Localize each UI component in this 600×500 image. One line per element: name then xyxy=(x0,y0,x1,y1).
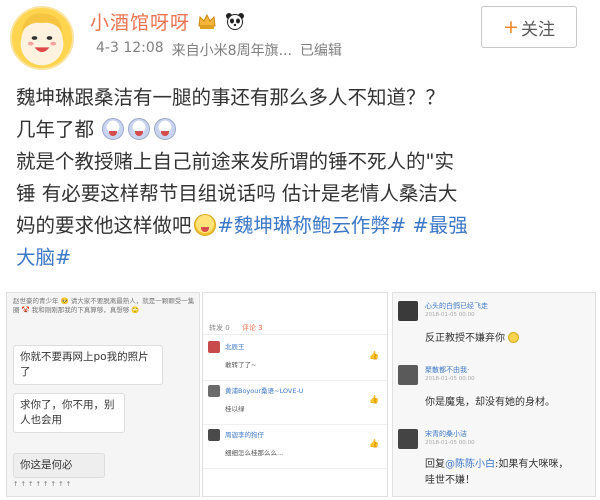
chat-bubble: 你这是何必 xyxy=(13,453,105,478)
commenter-avatar xyxy=(208,429,220,441)
tab-comments: 评论 3 xyxy=(241,324,263,332)
panda-badge-icon xyxy=(224,10,246,32)
image-chat-screenshot[interactable]: 赵世豪的青少年 🥺 请大家不要脱离最熟人，就是一颗颗受一集圈 🤡 我和刚刚那我的… xyxy=(6,292,200,497)
post-text: 魏坤琳跟桑洁有一腿的事还有那么多人不知道？？ 几年了都 就是个教授赌上自己前途来… xyxy=(16,82,588,274)
replier-name: 聚散都不由我· xyxy=(425,366,470,374)
shocked-emoji-icon xyxy=(128,118,151,140)
chat-bubble: 你就不要再网上po我的照片了 xyxy=(13,345,163,385)
hashtag-link[interactable]: #最强 xyxy=(412,214,467,237)
post-line: 锤 有必要这样帮节目组说话吗 估计是老情人桑洁大 xyxy=(16,182,458,205)
plus-icon: + xyxy=(503,16,519,38)
replier-name: 宋青的桑小洁 xyxy=(425,430,467,438)
post-line-with-emoji: 几年了都 xyxy=(16,114,588,146)
username[interactable]: 小酒馆呀呀 xyxy=(90,8,190,35)
shocked-emoji-icon xyxy=(102,118,125,140)
image-replies-screenshot[interactable]: 心头的白鸽已经飞走 2018-01-05 00:00 反正教授不嫌弃你 聚散都不… xyxy=(392,292,596,497)
post-meta: 4-3 12:08 来自小米8周年旗... 已编辑 xyxy=(96,40,342,60)
shocked-emoji-icon xyxy=(154,118,177,140)
edited-label: 已编辑 xyxy=(299,43,342,59)
scared-emoji-icon xyxy=(193,214,216,236)
thumb-up-icon: 👍 xyxy=(369,351,379,360)
mention-link[interactable]: @陈陈小白 xyxy=(445,459,495,470)
commenter-name: 北辰王 xyxy=(225,343,245,351)
user-avatar[interactable] xyxy=(10,6,74,70)
tab-repost: 转发 0 xyxy=(209,324,230,332)
image-bottom-note: ↑ ↑ ↑ ↑ ↑ ↑ ↑ ↑ xyxy=(13,480,72,488)
chat-bubble: 求你了，你不用，别人也会用 xyxy=(13,393,125,433)
reply-time: 2018-01-05 00:00 xyxy=(425,376,475,382)
image-comments-screenshot[interactable]: 转发 0 评论 3 北辰王 敢转了了~ 👍 黄浦Boyour桑语~LOVE-U … xyxy=(202,292,388,497)
crown-badge-icon xyxy=(196,10,218,32)
post-line: 就是个教授赌上自己前途来发所谓的锤不死人的"实 xyxy=(16,150,454,173)
follow-label: 关注 xyxy=(520,19,555,40)
commenter-name: 周迦李的狗仔 xyxy=(225,431,264,439)
comment-row: 黄浦Boyour桑语~LOVE-U 桂以绿 👍 xyxy=(203,381,387,425)
post-time: 4-3 12:08 xyxy=(96,40,164,56)
reply-time: 2018-01-05 00:00 xyxy=(425,440,475,446)
post-line-text: 几年了都 xyxy=(16,118,95,141)
replier-avatar xyxy=(398,301,418,321)
reply-text: 你是魔鬼，却没有她的身材。 xyxy=(425,397,555,408)
post-line-text: 妈的要求他这样做吧 xyxy=(16,214,192,237)
post-line: 魏坤琳跟桑洁有一腿的事还有那么多人不知道？？ xyxy=(16,86,446,109)
reply-text-line2: 哇世不嫌！ xyxy=(425,475,475,486)
reply-time: 2018-01-05 00:00 xyxy=(425,312,475,318)
hashtag-link-cont[interactable]: 大脑# xyxy=(16,246,71,269)
comment-row: 北辰王 敢转了了~ 👍 xyxy=(203,337,387,381)
post-line: 大脑# xyxy=(16,242,588,274)
comment-text: 桂以绿 xyxy=(225,405,245,413)
follow-button[interactable]: + 关注 xyxy=(481,6,577,48)
smile-emoji-icon xyxy=(508,332,520,343)
thumb-up-icon: 👍 xyxy=(369,439,379,448)
reply-text-line: 回复@陈陈小白:如果有大咪咪， xyxy=(425,455,568,470)
comment-row: 周迦李的狗仔 细细怎么桂那么么... 👍 xyxy=(203,425,387,469)
reply-text: :如果有大咪咪， xyxy=(495,459,569,470)
replier-name: 心头的白鸽已经飞走 xyxy=(425,302,488,310)
commenter-avatar xyxy=(208,385,220,397)
commenter-name: 黄浦Boyour桑语~LOVE-U xyxy=(225,387,304,395)
user-line: 小酒馆呀呀 xyxy=(90,6,246,36)
comment-text: 敢转了了~ xyxy=(225,361,257,369)
thumb-up-icon: 👍 xyxy=(369,395,379,404)
comment-text: 细细怎么桂那么么... xyxy=(225,449,284,457)
post-line-with-tags: 妈的要求他这样做吧 #魏坤琳称鲍云作弊# #最强 xyxy=(16,210,588,242)
image-top-note: 赵世豪的青少年 🥺 请大家不要脱离最熟人，就是一颗颗受一集圈 🤡 我和刚刚那我的… xyxy=(13,297,195,314)
commenter-avatar xyxy=(208,341,220,353)
comment-tabs: 转发 0 评论 3 xyxy=(203,321,387,335)
hashtag-link[interactable]: #魏坤琳称鲍云作弊# xyxy=(218,214,407,237)
reply-text-line: 反正教授不嫌弃你 xyxy=(425,329,520,344)
post-source[interactable]: 来自小米8周年旗... xyxy=(172,40,292,60)
reply-prefix: 回复 xyxy=(425,459,445,470)
reply-text: 反正教授不嫌弃你 xyxy=(425,333,505,344)
replier-avatar xyxy=(398,429,418,449)
replier-avatar xyxy=(398,365,418,385)
